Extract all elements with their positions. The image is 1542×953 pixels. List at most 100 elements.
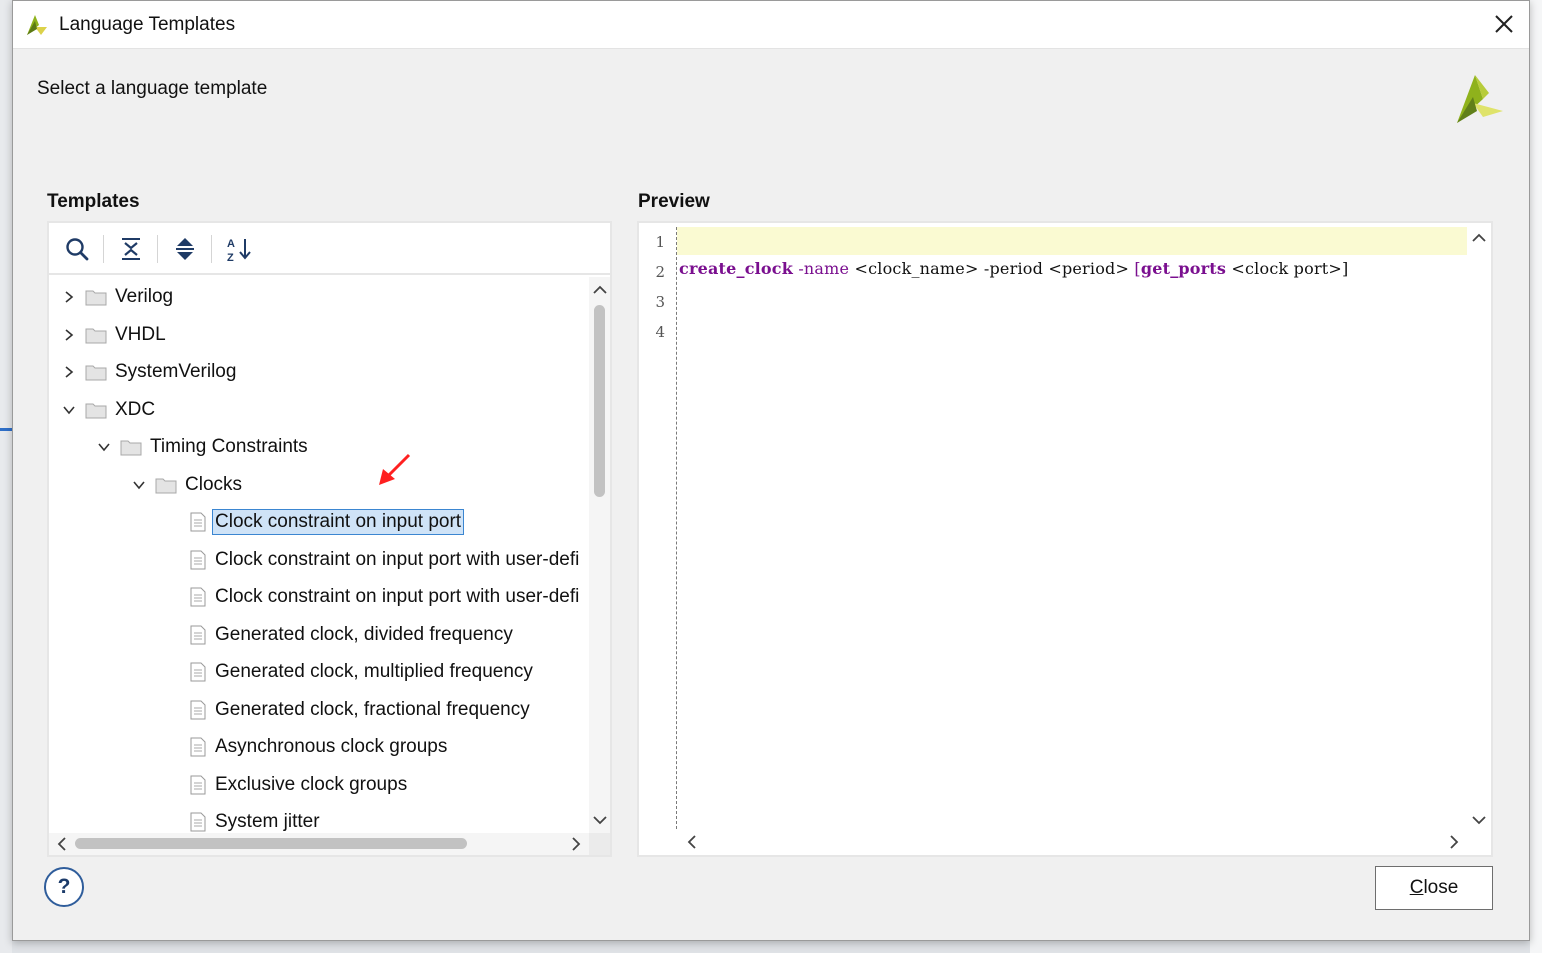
tree-item-template[interactable]: Generated clock, multiplied frequency [189, 654, 533, 690]
code-argument: <clock port> [1231, 259, 1343, 278]
svg-text:Z: Z [227, 252, 234, 263]
chevron-right-icon[interactable] [59, 325, 79, 345]
gutter-divider [676, 227, 677, 829]
tree-vertical-scrollbar[interactable] [589, 277, 610, 833]
scroll-right-icon[interactable] [567, 835, 585, 853]
tree-item-systemverilog[interactable]: SystemVerilog [59, 354, 236, 390]
tree-item-template[interactable]: Exclusive clock groups [189, 767, 407, 803]
tree-item-label: XDC [115, 399, 156, 420]
background-window-left [0, 0, 12, 953]
scrollbar-thumb[interactable] [75, 838, 467, 849]
tree-item-label: Generated clock, multiplied frequency [215, 661, 533, 682]
close-button[interactable]: Close [1375, 866, 1493, 910]
tree-item-label: Generated clock, divided frequency [215, 624, 513, 645]
chevron-right-icon[interactable] [59, 362, 79, 382]
background-window-right [1530, 0, 1542, 953]
code-argument: <period> [1048, 259, 1130, 278]
folder-icon [85, 403, 107, 419]
scroll-up-icon[interactable] [1470, 229, 1488, 247]
toolbar-separator [103, 235, 104, 263]
tree-item-xdc[interactable]: XDC [59, 392, 155, 428]
tree-item-label: System jitter [215, 811, 320, 832]
preview-vertical-scrollbar[interactable] [1467, 223, 1491, 829]
tree-item-template[interactable]: Clock constraint on input port with user… [189, 542, 579, 578]
close-button-label: lose [1423, 877, 1459, 898]
templates-panel: A Z Verilog VHDL SystemVerilog XDC Timin… [47, 221, 612, 857]
scrollbar-thumb[interactable] [594, 305, 605, 497]
scrollbar-corner [589, 833, 610, 855]
line-number: 3 [655, 293, 665, 311]
file-icon [190, 737, 206, 757]
tree-item-label: Verilog [115, 286, 174, 307]
scroll-left-icon[interactable] [683, 833, 701, 851]
line-number: 4 [655, 323, 665, 341]
line-number-gutter: 1 2 3 4 [639, 223, 675, 829]
toolbar-separator [211, 235, 212, 263]
background-accent [0, 428, 12, 431]
tree-item-vhdl[interactable]: VHDL [59, 317, 166, 353]
folder-icon [85, 365, 107, 381]
current-line-highlight [677, 227, 1467, 255]
chevron-down-icon[interactable] [59, 400, 79, 420]
tree-item-label: Clocks [185, 474, 243, 495]
tree-item-label: SystemVerilog [115, 361, 237, 382]
scroll-right-icon[interactable] [1445, 833, 1463, 851]
tree-item-label: VHDL [115, 324, 166, 345]
file-icon [190, 700, 206, 720]
expand-all-icon[interactable] [171, 235, 199, 263]
preview-horizontal-scrollbar[interactable] [675, 829, 1467, 855]
tree-item-template[interactable]: System jitter [189, 804, 320, 833]
language-templates-dialog: Language Templates Select a language tem… [12, 0, 1530, 941]
search-icon[interactable] [63, 235, 91, 263]
xilinx-logo-icon [27, 15, 47, 35]
tree-item-label: Clock constraint on input port with user… [215, 549, 580, 570]
file-icon [190, 512, 206, 532]
annotation-arrow-icon [379, 453, 411, 485]
tree-item-verilog[interactable]: Verilog [59, 279, 173, 315]
tree-item-label: Exclusive clock groups [215, 774, 408, 795]
preview-label: Preview [638, 191, 710, 212]
line-number: 2 [655, 263, 665, 281]
code-bracket: ] [1342, 259, 1349, 278]
sort-az-icon[interactable]: A Z [225, 235, 253, 263]
scroll-down-icon[interactable] [1470, 811, 1488, 829]
chevron-right-icon[interactable] [59, 287, 79, 307]
tree-item-template[interactable]: Asynchronous clock groups [189, 729, 447, 765]
code-option: -name [798, 259, 850, 278]
tree-item-template[interactable]: Clock constraint on input port with user… [189, 579, 579, 615]
scroll-up-icon[interactable] [591, 281, 609, 299]
dialog-subtitle: Select a language template [37, 78, 268, 99]
templates-toolbar: A Z [49, 223, 610, 275]
tree-item-template[interactable]: Generated clock, divided frequency [189, 617, 513, 653]
template-tree: Verilog VHDL SystemVerilog XDC Timing Co… [49, 277, 589, 833]
help-button[interactable]: ? [44, 867, 84, 907]
file-icon [190, 775, 206, 795]
tree-item-template[interactable]: Clock constraint on input port [189, 504, 465, 540]
chevron-down-icon[interactable] [94, 437, 114, 457]
tree-item-clocks[interactable]: Clocks [129, 467, 242, 503]
window-title: Language Templates [59, 14, 236, 35]
tree-item-label: Timing Constraints [150, 436, 308, 457]
templates-label: Templates [47, 191, 140, 212]
folder-icon [155, 478, 177, 494]
line-number: 1 [655, 233, 665, 251]
close-icon[interactable] [1489, 9, 1519, 39]
file-icon [190, 550, 206, 570]
title-bar: Language Templates [13, 1, 1529, 49]
toolbar-separator [157, 235, 158, 263]
file-icon [190, 662, 206, 682]
file-icon [190, 625, 206, 645]
svg-text:A: A [227, 238, 235, 250]
tree-item-timing-constraints[interactable]: Timing Constraints [94, 429, 308, 465]
close-button-mnemonic: C [1409, 877, 1424, 898]
scroll-down-icon[interactable] [591, 811, 609, 829]
collapse-all-icon[interactable] [117, 235, 145, 263]
folder-icon [120, 440, 142, 456]
file-icon [190, 587, 206, 607]
tree-item-template[interactable]: Generated clock, fractional frequency [189, 692, 530, 728]
tree-horizontal-scrollbar[interactable] [49, 833, 589, 855]
folder-icon [85, 290, 107, 306]
code-option: -period [983, 259, 1044, 278]
scroll-left-icon[interactable] [53, 835, 71, 853]
chevron-down-icon[interactable] [129, 475, 149, 495]
